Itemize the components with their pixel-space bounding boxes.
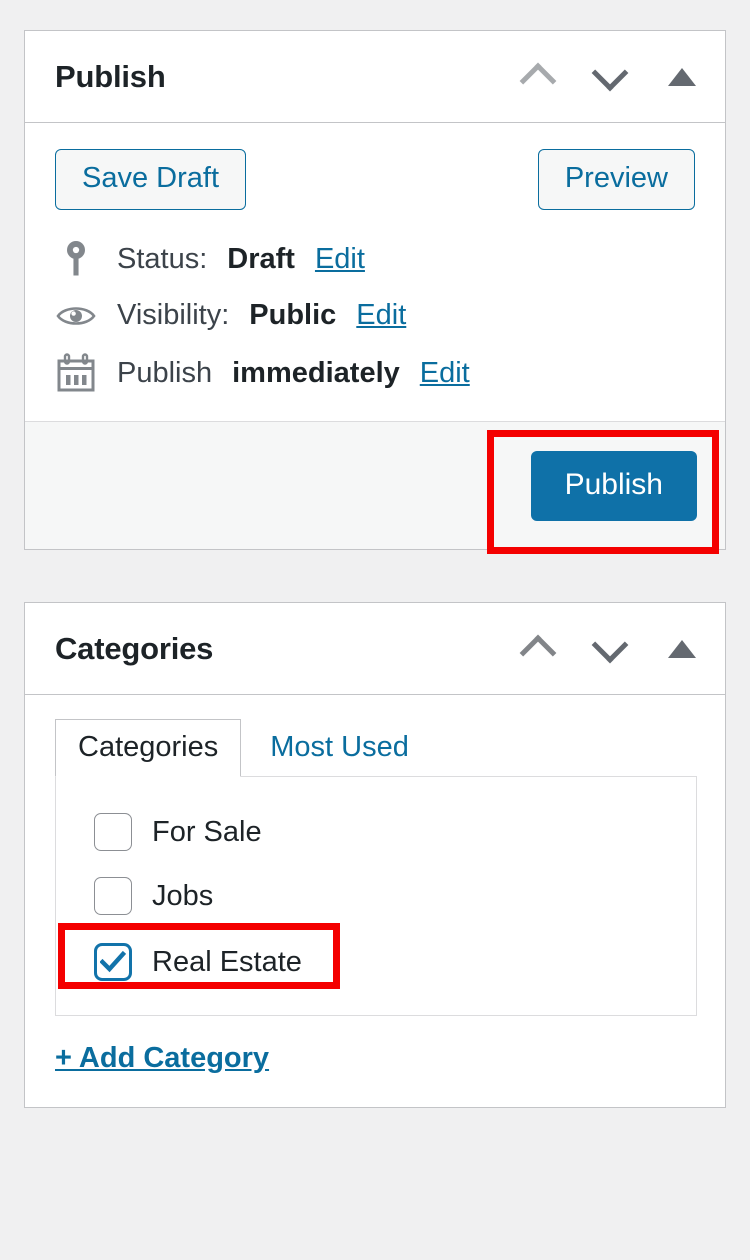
edit-schedule-link[interactable]: Edit (420, 359, 470, 388)
triangle-up-icon (668, 68, 696, 86)
categories-metabox-header: Categories (25, 603, 725, 695)
publish-metabox-header: Publish (25, 31, 725, 123)
list-item-label: For Sale (152, 818, 262, 847)
categories-panel-body: Categories Most Used For Sale Jobs (25, 695, 725, 1107)
chevron-up-icon (520, 62, 557, 99)
move-up-button[interactable] (517, 628, 559, 670)
list-item-label: Real Estate (152, 948, 302, 977)
move-down-button[interactable] (589, 628, 631, 670)
list-item[interactable]: Jobs (76, 871, 676, 921)
chevron-up-icon (520, 634, 557, 671)
list-item[interactable]: Real Estate (76, 937, 676, 987)
move-up-button[interactable] (517, 56, 559, 98)
save-draft-button[interactable]: Save Draft (55, 149, 246, 210)
tab-most-used[interactable]: Most Used (241, 719, 432, 777)
add-category-link[interactable]: + Add Category (55, 1044, 269, 1073)
publish-header-controls (517, 56, 703, 98)
post-schedule-label: Publish (117, 359, 212, 388)
preview-button[interactable]: Preview (538, 149, 695, 210)
post-visibility-row: Visibility: Public Edit (55, 301, 695, 330)
move-down-button[interactable] (589, 56, 631, 98)
post-status-value: Draft (227, 245, 295, 274)
post-schedule-value: immediately (232, 359, 400, 388)
chevron-down-icon (592, 54, 629, 91)
post-visibility-value: Public (249, 301, 336, 330)
publish-metabox: Publish Save Draft Preview (24, 30, 726, 550)
toggle-panel-button[interactable] (661, 628, 703, 670)
publish-panel-footer: Publish (25, 421, 725, 549)
publish-meta-list: Status: Draft Edit Visibility: Public (55, 240, 695, 393)
post-status-pin-icon (55, 240, 97, 278)
categories-metabox: Categories Categories Most Used (24, 602, 726, 1108)
checkbox-real-estate[interactable] (94, 943, 132, 981)
categories-checklist: For Sale Jobs Real Estate (55, 776, 697, 1016)
post-schedule-row: Publish immediately Edit (55, 353, 695, 393)
triangle-up-icon (668, 640, 696, 658)
categories-header-controls (517, 628, 703, 670)
list-item-label: Jobs (152, 882, 213, 911)
calendar-icon (55, 353, 97, 393)
checkbox-for-sale[interactable] (94, 813, 132, 851)
toggle-panel-button[interactable] (661, 56, 703, 98)
categories-tabs: Categories Most Used (55, 719, 697, 777)
chevron-down-icon (592, 626, 629, 663)
publish-button[interactable]: Publish (531, 451, 697, 521)
post-status-row: Status: Draft Edit (55, 240, 695, 278)
post-visibility-label: Visibility: (117, 301, 229, 330)
post-status-label: Status: (117, 245, 207, 274)
eye-icon (55, 303, 97, 329)
categories-panel-title: Categories (55, 631, 213, 667)
list-item[interactable]: For Sale (76, 807, 676, 857)
draft-actions-row: Save Draft Preview (55, 149, 695, 210)
checkmark-icon (100, 951, 126, 973)
tab-categories[interactable]: Categories (55, 719, 241, 777)
wordpress-editor-sidebar: Publish Save Draft Preview (0, 0, 750, 1260)
publish-panel-title: Publish (55, 59, 166, 95)
publish-panel-body: Save Draft Preview Status: Draft Ed (25, 123, 725, 421)
edit-visibility-link[interactable]: Edit (356, 301, 406, 330)
edit-status-link[interactable]: Edit (315, 245, 365, 274)
checkbox-jobs[interactable] (94, 877, 132, 915)
